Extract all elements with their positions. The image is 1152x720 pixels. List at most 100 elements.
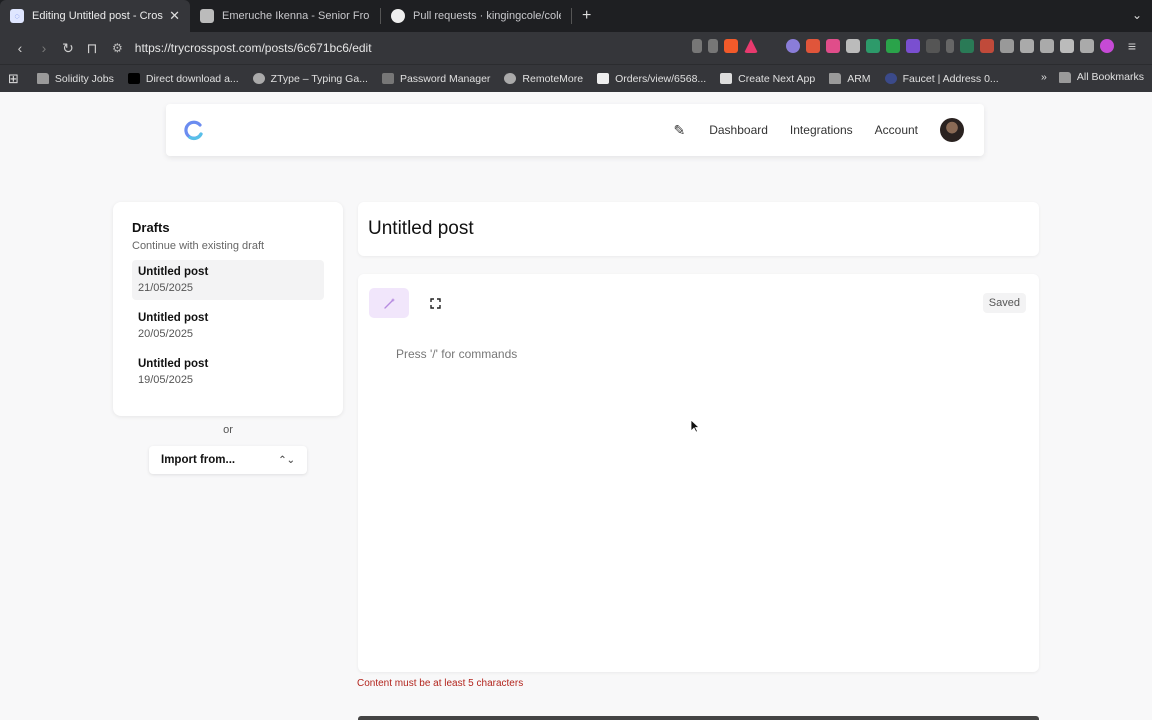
nav-dashboard[interactable]: Dashboard <box>709 123 768 137</box>
faucet-icon <box>884 73 897 84</box>
draft-date: 20/05/2025 <box>138 328 194 340</box>
crosspost-logo-icon[interactable] <box>182 118 206 142</box>
draft-date: 21/05/2025 <box>138 282 194 294</box>
bookmark-item[interactable]: Direct download a... <box>127 73 239 85</box>
leo-icon[interactable] <box>1060 39 1074 53</box>
draft-title: Untitled post <box>138 266 209 278</box>
store-icon <box>597 73 610 84</box>
chevron-up-down-icon: ⌃⌄ <box>278 454 295 466</box>
tab-search-chevron-icon[interactable]: ⌄ <box>1132 8 1142 22</box>
sidebar-icon[interactable] <box>1040 39 1054 53</box>
mouse-cursor-icon <box>690 419 700 433</box>
globe-icon <box>504 73 517 84</box>
forward-arrow-icon[interactable]: › <box>32 40 56 56</box>
share-icon[interactable] <box>708 39 718 53</box>
fullscreen-button[interactable] <box>420 288 450 318</box>
drafts-title: Drafts <box>132 220 170 235</box>
bookmark-item[interactable]: Solidity Jobs <box>36 73 114 85</box>
magic-wand-icon <box>383 297 395 309</box>
back-arrow-icon[interactable]: ‹ <box>8 40 32 56</box>
bookmark-item[interactable]: ARM <box>829 73 871 85</box>
menu-icon[interactable]: ≡ <box>1120 38 1144 54</box>
reader-mode-icon[interactable] <box>692 39 702 53</box>
vpn-icon[interactable] <box>1080 39 1094 53</box>
reload-icon[interactable]: ↻ <box>56 40 80 57</box>
browser-tab-active[interactable]: ◌ Editing Untitled post - Crossp ✕ <box>0 0 190 32</box>
bookmark-icon[interactable]: ⊓ <box>80 40 104 57</box>
bookmark-item[interactable]: RemoteMore <box>504 73 583 85</box>
extension-icon[interactable] <box>826 39 840 53</box>
extension-icon[interactable] <box>806 39 820 53</box>
extension-icon[interactable] <box>980 39 994 53</box>
bookmark-item[interactable]: Faucet | Address 0... <box>884 73 999 85</box>
header-nav: ✎ Dashboard Integrations Account <box>673 104 964 156</box>
or-divider: or <box>223 424 233 436</box>
extension-icon[interactable] <box>846 39 860 53</box>
folder-icon <box>36 73 49 84</box>
bookmark-item[interactable]: ZType – Typing Ga... <box>252 73 368 85</box>
extension-icon[interactable] <box>886 39 900 53</box>
tab-title: Emeruche Ikenna - Senior Fronte <box>222 10 370 22</box>
url-text: https://trycrosspost.com/posts/6c671bc6/… <box>134 41 372 55</box>
draft-item[interactable]: Untitled post 19/05/2025 <box>132 352 324 392</box>
next-app-icon <box>720 73 733 84</box>
pencil-icon[interactable]: ✎ <box>673 122 685 139</box>
tab-title: Editing Untitled post - Crossp <box>32 10 164 22</box>
save-status-badge: Saved <box>982 293 1026 313</box>
magic-wand-button[interactable] <box>369 288 409 318</box>
more-bookmarks-icon[interactable]: » <box>1041 71 1047 83</box>
drafts-subtitle: Continue with existing draft <box>132 240 265 252</box>
validation-error: Content must be at least 5 characters <box>357 678 524 689</box>
tab-title: Pull requests · kingingcole/coleru <box>413 10 561 22</box>
apps-grid-icon[interactable]: ⊞ <box>8 71 19 87</box>
draft-title: Untitled post <box>138 312 209 324</box>
extension-icon[interactable] <box>926 39 940 53</box>
extensions-icon[interactable] <box>1000 39 1014 53</box>
site-settings-icon[interactable]: ⚙ <box>112 41 123 55</box>
extension-icon[interactable] <box>946 39 954 53</box>
github-favicon-icon <box>391 9 405 23</box>
all-bookmarks[interactable]: All Bookmarks <box>1058 71 1144 83</box>
bookmarks-bar: ⊞ Solidity Jobs Direct download a... ZTy… <box>0 64 1152 92</box>
profile-icon[interactable] <box>1100 39 1114 53</box>
draft-item[interactable]: Untitled post 21/05/2025 <box>132 260 324 300</box>
document-favicon-icon <box>200 9 214 23</box>
extension-icon[interactable] <box>960 39 974 53</box>
draft-item[interactable]: Untitled post 20/05/2025 <box>132 306 324 346</box>
folder-icon <box>1058 71 1071 83</box>
import-label: Import from... <box>161 454 236 466</box>
editor-placeholder: Press '/' for commands <box>396 347 518 361</box>
key-icon <box>381 73 394 84</box>
globe-icon <box>252 73 265 84</box>
user-avatar[interactable] <box>940 118 964 142</box>
bookmark-item[interactable]: Orders/view/6568... <box>597 73 706 85</box>
close-tab-icon[interactable]: ✕ <box>169 8 180 24</box>
extension-icon[interactable] <box>866 39 880 53</box>
folder-icon <box>829 73 842 84</box>
extension-icon[interactable] <box>906 39 920 53</box>
browser-tab[interactable]: Pull requests · kingingcole/coleru <box>381 0 571 32</box>
nav-account[interactable]: Account <box>875 123 918 137</box>
browser-address-bar: ‹ › ↻ ⊓ ⚙ https://trycrosspost.com/posts… <box>0 32 1152 64</box>
bookmark-item[interactable]: Create Next App <box>720 73 815 85</box>
nav-integrations[interactable]: Integrations <box>790 123 853 137</box>
dev-icon <box>127 73 140 84</box>
bookmark-item[interactable]: Password Manager <box>381 73 490 85</box>
brave-shield-icon[interactable] <box>724 39 738 53</box>
app-header: ✎ Dashboard Integrations Account <box>166 104 984 156</box>
drafts-panel: Drafts Continue with existing draft Unti… <box>113 202 343 416</box>
import-from-select[interactable]: Import from... ⌃⌄ <box>149 446 307 474</box>
puzzle-icon[interactable] <box>1020 39 1034 53</box>
extension-icon[interactable] <box>786 39 800 53</box>
new-tab-button[interactable]: + <box>572 7 601 25</box>
post-editor[interactable]: Saved Press '/' for commands <box>358 274 1039 672</box>
post-title-input[interactable]: Untitled post <box>358 202 1039 256</box>
url-field[interactable]: ⚙ https://trycrosspost.com/posts/6c671bc… <box>112 36 712 60</box>
browser-tab[interactable]: Emeruche Ikenna - Senior Fronte <box>190 0 380 32</box>
fullscreen-icon <box>429 297 441 309</box>
brave-rewards-icon[interactable] <box>744 39 758 53</box>
crosspost-favicon-icon: ◌ <box>10 9 24 23</box>
draft-date: 19/05/2025 <box>138 374 194 386</box>
extensions-toolbar: ≡ <box>692 38 1144 54</box>
editor-bottom-bar <box>358 716 1039 720</box>
